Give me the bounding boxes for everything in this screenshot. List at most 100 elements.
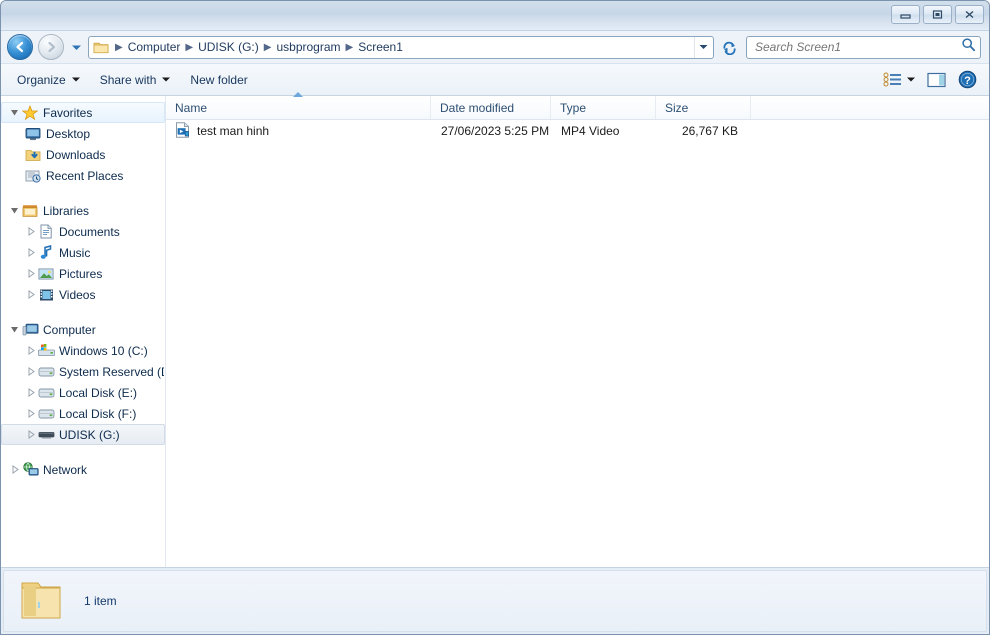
- new-folder-label: New folder: [190, 72, 248, 87]
- column-header-label: Type: [560, 100, 587, 115]
- breadcrumb-item-udisk[interactable]: UDISK (G:): [194, 38, 263, 56]
- sidebar-item-computer[interactable]: Computer: [1, 319, 165, 340]
- sidebar-item-desktop[interactable]: Desktop: [1, 123, 165, 144]
- address-dropdown-icon[interactable]: [694, 36, 711, 58]
- sidebar-item-label: Local Disk (E:): [59, 385, 138, 400]
- file-date-cell: 27/06/2023 5:25 PM: [441, 124, 550, 138]
- sidebar-item-favorites[interactable]: Favorites: [1, 102, 165, 123]
- sidebar-item-music[interactable]: Music: [1, 242, 165, 263]
- breadcrumb-item-computer[interactable]: Computer: [124, 38, 185, 56]
- expand-triangle-icon[interactable]: [24, 290, 37, 299]
- title-bar[interactable]: [1, 1, 989, 31]
- command-bar: Organize Share with New folder ?: [1, 63, 989, 96]
- forward-button[interactable]: [38, 34, 64, 60]
- file-name-cell: test man hinh: [167, 121, 432, 141]
- sidebar-item-documents[interactable]: Documents: [1, 221, 165, 242]
- star-icon: [21, 104, 39, 121]
- expand-triangle-icon[interactable]: [24, 346, 37, 355]
- address-bar-row: ▶ Computer ▶ UDISK (G:) ▶ usbprogram ▶ S…: [1, 31, 989, 63]
- collapse-triangle-icon[interactable]: [8, 206, 21, 215]
- sidebar-item-recent-places[interactable]: Recent Places: [1, 165, 165, 186]
- downloads-folder-icon: [24, 148, 42, 162]
- sidebar-item-network[interactable]: Network: [1, 459, 165, 480]
- nav-group-libraries: Libraries Documents Music Pictures Video…: [1, 200, 165, 305]
- sidebar-item-label: Favorites: [43, 105, 93, 120]
- column-header-label: Size: [665, 100, 689, 115]
- sidebar-item-downloads[interactable]: Downloads: [1, 144, 165, 165]
- breadcrumb-separator: ▶: [185, 41, 194, 53]
- nav-group-favorites: Favorites Desktop Downloads Recent Place…: [1, 102, 165, 186]
- maximize-button[interactable]: [923, 5, 952, 24]
- sidebar-item-label: Downloads: [46, 147, 106, 162]
- expand-triangle-icon[interactable]: [24, 227, 37, 236]
- share-with-label: Share with: [99, 72, 157, 87]
- address-bar[interactable]: ▶ Computer ▶ UDISK (G:) ▶ usbprogram ▶ S…: [88, 35, 714, 59]
- expand-triangle-icon[interactable]: [24, 388, 37, 397]
- sidebar-item-label: Desktop: [46, 126, 91, 141]
- sidebar-item-windows-c[interactable]: Windows 10 (C:): [1, 340, 165, 361]
- help-icon: ?: [958, 70, 977, 89]
- table-row[interactable]: test man hinh 27/06/2023 5:25 PM MP4 Vid…: [166, 120, 989, 142]
- column-header-label: Date modified: [440, 100, 515, 115]
- network-icon: [21, 462, 39, 477]
- expand-triangle-icon[interactable]: [24, 409, 37, 418]
- usb-drive-icon: [37, 429, 55, 440]
- libraries-icon: [21, 204, 39, 218]
- minimize-button[interactable]: [891, 5, 920, 24]
- share-with-button[interactable]: Share with: [90, 68, 181, 92]
- window-controls: [891, 5, 984, 24]
- sidebar-item-label: Pictures: [59, 266, 103, 281]
- expand-triangle-icon[interactable]: [24, 367, 37, 376]
- new-folder-button[interactable]: New folder: [180, 68, 257, 92]
- search-icon[interactable]: [961, 37, 976, 57]
- nav-group-computer: Computer Windows 10 (C:) System Reserved…: [1, 319, 165, 445]
- sidebar-item-udisk-g[interactable]: UDISK (G:): [1, 424, 165, 445]
- sidebar-item-pictures[interactable]: Pictures: [1, 263, 165, 284]
- collapse-triangle-icon[interactable]: [8, 108, 21, 117]
- expand-triangle-icon[interactable]: [24, 430, 37, 439]
- svg-text:?: ?: [964, 75, 971, 87]
- history-dropdown-icon[interactable]: [68, 34, 84, 60]
- chevron-down-icon: [162, 77, 171, 82]
- close-button[interactable]: [955, 5, 984, 24]
- change-view-button[interactable]: [877, 68, 921, 92]
- back-button[interactable]: [7, 34, 33, 60]
- expand-triangle-icon[interactable]: [24, 269, 37, 278]
- view-list-icon: [883, 72, 901, 87]
- search-box[interactable]: [746, 35, 981, 59]
- preview-pane-button[interactable]: [921, 68, 952, 92]
- help-button[interactable]: ?: [952, 68, 983, 92]
- status-bar: 1 item: [3, 570, 987, 632]
- column-header-date-modified[interactable]: Date modified: [431, 96, 551, 119]
- sidebar-item-videos[interactable]: Videos: [1, 284, 165, 305]
- folder-icon: [14, 580, 68, 622]
- column-header-row: Name Date modified Type Size: [166, 96, 989, 120]
- sidebar-item-libraries[interactable]: Libraries: [1, 200, 165, 221]
- breadcrumb-item-screen1[interactable]: Screen1: [354, 38, 407, 56]
- explorer-body: Favorites Desktop Downloads Recent Place…: [1, 96, 989, 568]
- desktop-icon: [24, 127, 42, 141]
- sidebar-item-label: Windows 10 (C:): [59, 343, 148, 358]
- system-drive-icon: [37, 344, 55, 357]
- file-rows: test man hinh 27/06/2023 5:25 PM MP4 Vid…: [166, 120, 989, 567]
- refresh-button[interactable]: [718, 36, 740, 59]
- drive-icon: [37, 366, 55, 378]
- search-input[interactable]: [755, 40, 961, 54]
- column-header-size[interactable]: Size: [656, 96, 751, 119]
- organize-button[interactable]: Organize: [7, 68, 90, 92]
- sidebar-item-label: Network: [43, 462, 88, 477]
- breadcrumb-item-usbprogram[interactable]: usbprogram: [272, 38, 344, 56]
- sidebar-item-local-disk-f[interactable]: Local Disk (F:): [1, 403, 165, 424]
- document-icon: [37, 224, 55, 239]
- music-note-icon: [37, 245, 55, 260]
- status-item-count: 1 item: [84, 594, 117, 608]
- collapse-triangle-icon[interactable]: [8, 325, 21, 334]
- sidebar-item-system-reserved-d[interactable]: System Reserved (D:: [1, 361, 165, 382]
- sidebar-item-local-disk-e[interactable]: Local Disk (E:): [1, 382, 165, 403]
- organize-label: Organize: [17, 72, 66, 87]
- column-header-type[interactable]: Type: [551, 96, 656, 119]
- expand-triangle-icon[interactable]: [24, 248, 37, 257]
- expand-triangle-icon[interactable]: [8, 465, 21, 474]
- sidebar-item-label: System Reserved (D:: [59, 364, 164, 379]
- column-header-name[interactable]: Name: [166, 96, 431, 119]
